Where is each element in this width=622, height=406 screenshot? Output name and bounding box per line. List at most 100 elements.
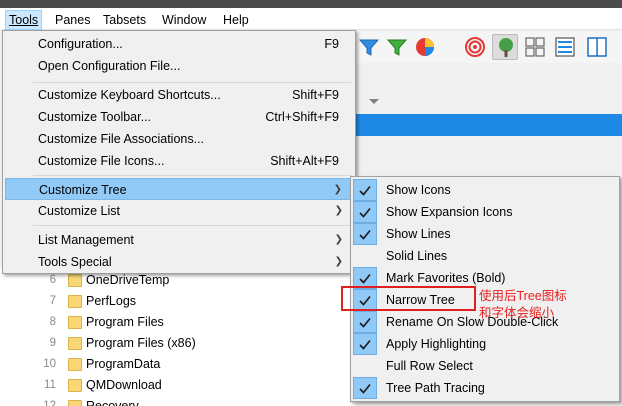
- submenu-item-show-icons[interactable]: Show Icons: [353, 179, 617, 201]
- submenu-item-label: Full Row Select: [386, 359, 473, 373]
- menu-item-label: Customize File Icons...: [38, 154, 165, 168]
- menu-item-label: Open Configuration File...: [38, 59, 181, 73]
- tab-dropdown-arrow-icon[interactable]: [369, 99, 379, 104]
- menu-item-label: Customize List: [38, 204, 120, 218]
- menu-item-customize-tree[interactable]: Customize Tree ❯: [5, 178, 353, 200]
- annotation-highlight-box: [341, 286, 476, 311]
- tree-row[interactable]: 12 Recovery: [30, 396, 350, 406]
- menu-item-label: Tools Special: [38, 255, 112, 269]
- folder-name: Program Files (x86): [86, 336, 196, 350]
- menu-item-label: Customize Tree: [39, 183, 127, 197]
- submenu-item-full-row-select[interactable]: Full Row Select: [353, 355, 617, 377]
- menu-item-label: Customize Toolbar...: [38, 110, 152, 124]
- submenu-item-solid-lines[interactable]: Solid Lines: [353, 245, 617, 267]
- menu-panes[interactable]: Panes: [52, 12, 93, 28]
- window-top-bar: [0, 0, 622, 8]
- menu-tools[interactable]: Tools: [5, 10, 43, 30]
- menu-tools-label: Tools: [9, 13, 39, 27]
- menu-item-label: List Management: [38, 233, 134, 247]
- folder-name: Program Files: [86, 315, 164, 329]
- menu-help[interactable]: Help: [220, 12, 252, 28]
- menu-item-tools-special[interactable]: Tools Special ❯: [5, 251, 353, 273]
- tree-row[interactable]: 7 PerfLogs: [30, 291, 350, 312]
- submenu-item-apply-highlighting[interactable]: Apply Highlighting: [353, 333, 617, 355]
- row-number: 11: [44, 379, 56, 391]
- row-number: 9: [49, 337, 56, 349]
- annotation-line: 使用后Tree图标: [479, 289, 567, 303]
- funnel-blue-icon[interactable]: [356, 34, 382, 60]
- grid-icon[interactable]: [522, 34, 548, 60]
- menu-separator: [33, 82, 351, 83]
- folder-name: ProgramData: [86, 357, 161, 371]
- tree-row[interactable]: 10 ProgramData: [30, 354, 350, 375]
- menu-bar: Tools Panes Tabsets Window Help: [0, 8, 622, 30]
- row-number: 7: [49, 295, 56, 307]
- menu-item-shortcut: F9: [324, 37, 339, 51]
- menu-item-shortcut: Ctrl+Shift+F9: [265, 110, 339, 124]
- list-icon[interactable]: [552, 34, 578, 60]
- checkmark-icon: [353, 333, 377, 355]
- submenu-item-label: Apply Highlighting: [386, 337, 487, 351]
- submenu-item-label: Solid Lines: [386, 249, 448, 263]
- menu-tabsets[interactable]: Tabsets: [100, 12, 149, 28]
- tree-row[interactable]: 8 Program Files: [30, 312, 350, 333]
- tree-icon[interactable]: [492, 34, 518, 60]
- folder-name: Recovery: [86, 399, 139, 406]
- folder-icon: [68, 274, 82, 287]
- menu-item-label: Configuration...: [38, 37, 123, 51]
- menu-item-label: Customize File Associations...: [38, 132, 205, 146]
- annotation-note: 使用后Tree图标 和字体会缩小: [479, 288, 619, 322]
- folder-icon: [68, 316, 82, 329]
- submenu-arrow-icon: ❯: [334, 205, 343, 216]
- folder-name: PerfLogs: [86, 294, 137, 308]
- active-pane-header: [356, 114, 622, 136]
- folder-name: QMDownload: [86, 378, 162, 392]
- submenu-item-label: Show Expansion Icons: [386, 205, 513, 219]
- menu-item-shortcut: Shift+F9: [292, 88, 339, 102]
- row-number: 8: [49, 316, 56, 328]
- menu-window[interactable]: Window: [159, 12, 209, 28]
- checkmark-icon: [353, 223, 377, 245]
- menu-item-customize-toolbar[interactable]: Customize Toolbar... Ctrl+Shift+F9: [5, 106, 353, 128]
- tree-row[interactable]: 11 QMDownload: [30, 375, 350, 396]
- menu-item-customize-file-associations[interactable]: Customize File Associations...: [5, 128, 353, 150]
- folder-tree: 6 OneDriveTemp 7 PerfLogs 8 Program File…: [0, 268, 356, 406]
- pie-chart-icon[interactable]: [412, 34, 438, 60]
- folder-icon: [68, 400, 82, 406]
- menu-item-customize-keyboard-shortcuts[interactable]: Customize Keyboard Shortcuts... Shift+F9: [5, 84, 353, 106]
- menu-separator: [33, 225, 351, 226]
- submenu-item-label: Show Icons: [386, 183, 451, 197]
- checkmark-icon: [353, 311, 377, 333]
- tools-menu: Configuration... F9 Open Configuration F…: [2, 30, 356, 274]
- menu-item-customize-list[interactable]: Customize List ❯: [5, 200, 353, 222]
- folder-icon: [68, 379, 82, 392]
- folder-icon: [68, 295, 82, 308]
- submenu-item-show-expansion-icons[interactable]: Show Expansion Icons: [353, 201, 617, 223]
- funnel-green-icon[interactable]: [384, 34, 410, 60]
- submenu-item-label: Tree Path Tracing: [386, 381, 485, 395]
- menu-item-configuration[interactable]: Configuration... F9: [5, 33, 353, 55]
- checkmark-icon: [353, 201, 377, 223]
- menu-item-open-config-file[interactable]: Open Configuration File...: [5, 55, 353, 77]
- checkmark-icon: [353, 179, 377, 201]
- submenu-arrow-icon: ❯: [334, 234, 343, 245]
- toolbar: [356, 31, 622, 63]
- submenu-item-tree-path-tracing[interactable]: Tree Path Tracing: [353, 377, 617, 399]
- row-number: 12: [43, 400, 56, 406]
- submenu-item-label: Show Lines: [386, 227, 451, 241]
- tree-row[interactable]: 9 Program Files (x86): [30, 333, 350, 354]
- folder-icon: [68, 337, 82, 350]
- annotation-line: 和字体会缩小: [479, 306, 555, 320]
- menu-item-list-management[interactable]: List Management ❯: [5, 229, 353, 251]
- menu-item-label: Customize Keyboard Shortcuts...: [38, 88, 221, 102]
- row-number: 10: [43, 358, 56, 370]
- submenu-item-show-lines[interactable]: Show Lines: [353, 223, 617, 245]
- menu-item-shortcut: Shift+Alt+F9: [270, 154, 339, 168]
- menu-separator: [33, 175, 351, 176]
- dual-pane-icon[interactable]: [584, 34, 610, 60]
- spiral-icon[interactable]: [462, 34, 488, 60]
- submenu-arrow-icon: ❯: [334, 256, 343, 267]
- submenu-arrow-icon: ❯: [333, 184, 342, 195]
- menu-item-customize-file-icons[interactable]: Customize File Icons... Shift+Alt+F9: [5, 150, 353, 172]
- checkmark-icon: [353, 377, 377, 399]
